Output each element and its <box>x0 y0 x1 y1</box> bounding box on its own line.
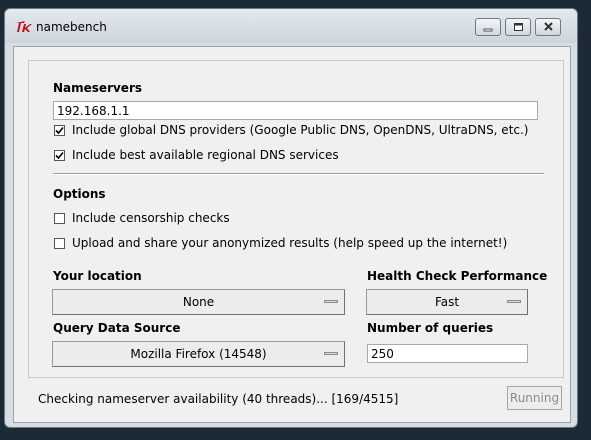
query-source-select[interactable]: Mozilla Firefox (14548) <box>52 341 345 367</box>
checkmark-icon <box>55 126 64 134</box>
option-global-dns[interactable]: Include global DNS providers (Google Pub… <box>54 123 529 137</box>
health-check-value: Fast <box>434 295 460 309</box>
health-check-heading: Health Check Performance <box>367 269 548 283</box>
maximize-icon <box>514 23 523 31</box>
app-window: namebench Nameservers 192.168.1.1 Includ… <box>4 8 578 428</box>
main-content: Nameservers 192.168.1.1 Include global D… <box>13 46 571 423</box>
upload-results-label: Upload and share your anonymized results… <box>72 236 508 250</box>
option-censorship[interactable]: Include censorship checks <box>54 211 230 225</box>
menu-indicator-icon <box>324 352 338 355</box>
upload-results-checkbox[interactable] <box>54 237 65 249</box>
regional-dns-checkbox[interactable] <box>54 149 65 161</box>
window-title: namebench <box>36 20 107 34</box>
close-button[interactable] <box>535 18 561 36</box>
close-icon <box>544 22 553 31</box>
settings-panel: Nameservers 192.168.1.1 Include global D… <box>28 60 564 378</box>
num-queries-input[interactable]: 250 <box>367 344 528 363</box>
menu-indicator-icon <box>324 300 338 303</box>
num-queries-heading: Number of queries <box>367 321 494 335</box>
minimize-button[interactable] <box>475 18 501 36</box>
query-source-heading: Query Data Source <box>53 321 181 335</box>
censorship-label: Include censorship checks <box>72 211 230 225</box>
options-heading: Options <box>53 187 106 201</box>
query-source-value: Mozilla Firefox (14548) <box>130 347 267 361</box>
maximize-button[interactable] <box>505 18 531 36</box>
tk-feather-icon <box>15 20 33 34</box>
location-select[interactable]: None <box>52 289 345 315</box>
status-text: Checking nameserver availability (40 thr… <box>38 392 399 406</box>
global-dns-label: Include global DNS providers (Google Pub… <box>72 123 529 137</box>
running-button[interactable]: Running <box>507 386 562 410</box>
censorship-checkbox[interactable] <box>54 212 65 224</box>
location-heading: Your location <box>53 269 142 283</box>
health-check-select[interactable]: Fast <box>366 289 528 315</box>
regional-dns-label: Include best available regional DNS serv… <box>72 148 339 162</box>
location-value: None <box>182 295 215 309</box>
title-bar[interactable]: namebench <box>5 9 577 43</box>
option-upload-results[interactable]: Upload and share your anonymized results… <box>54 236 507 250</box>
menu-indicator-icon <box>507 300 521 303</box>
nameservers-input[interactable]: 192.168.1.1 <box>53 101 538 120</box>
section-divider <box>53 173 544 175</box>
option-regional-dns[interactable]: Include best available regional DNS serv… <box>54 148 339 162</box>
minimize-icon <box>483 28 493 32</box>
global-dns-checkbox[interactable] <box>54 124 65 136</box>
nameservers-heading: Nameservers <box>53 81 143 95</box>
checkmark-icon <box>55 151 64 159</box>
